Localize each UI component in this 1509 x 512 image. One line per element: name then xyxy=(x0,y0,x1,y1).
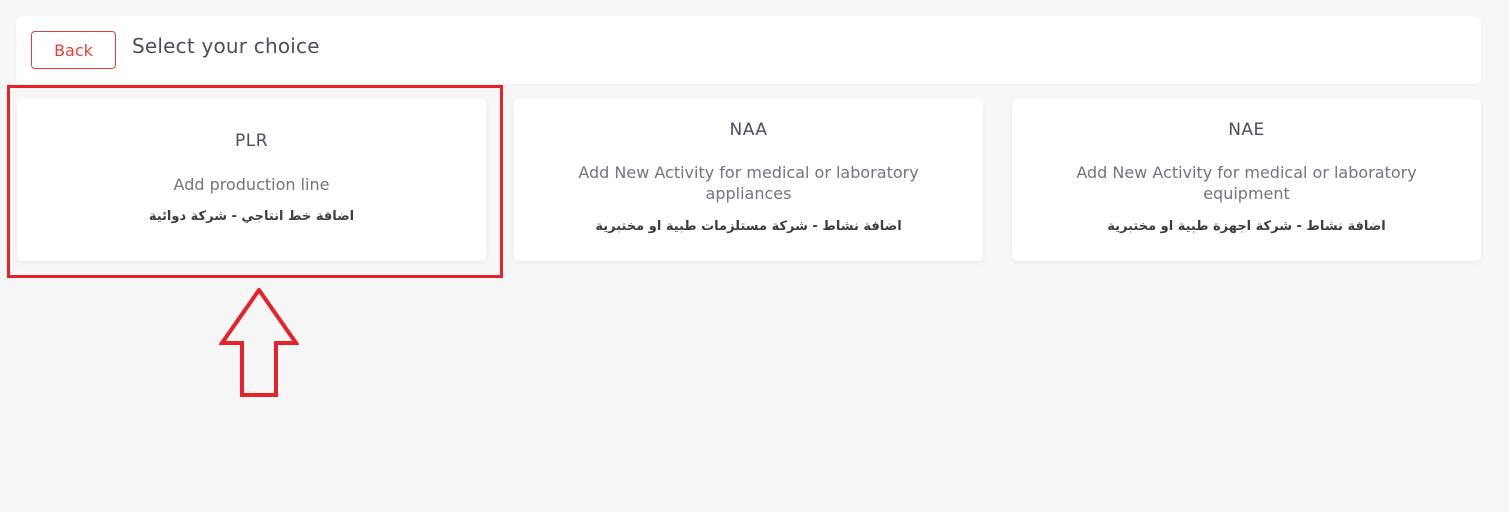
back-button[interactable]: Back xyxy=(31,31,116,69)
card-arabic-description: اضافة خط انتاجي - شركة دوائية xyxy=(148,209,355,224)
card-description: Add New Activity for medical or laborato… xyxy=(578,163,919,203)
up-arrow-icon xyxy=(219,288,299,397)
card-arabic-description: اضافة نشاط - شركة مستلزمات طبية او مختبر… xyxy=(595,219,902,234)
choice-card-naa[interactable]: NAA Add New Activity for medical or labo… xyxy=(514,99,983,261)
card-description: Add New Activity for medical or laborato… xyxy=(1076,163,1417,203)
choice-card-plr[interactable]: PLR Add production line اضافة خط انتاجي … xyxy=(17,99,486,261)
card-description: Add production line xyxy=(173,175,330,194)
card-arabic-description: اضافة نشاط - شركة اجهزة طبية او مختبرية xyxy=(1107,219,1386,234)
card-code: NAE xyxy=(1228,120,1265,140)
page-title: Select your choice xyxy=(132,34,320,58)
card-code: PLR xyxy=(234,131,269,151)
header-bar: Back Select your choice xyxy=(16,16,1481,84)
choice-card-nae[interactable]: NAE Add New Activity for medical or labo… xyxy=(1012,99,1481,261)
card-code: NAA xyxy=(729,120,768,140)
